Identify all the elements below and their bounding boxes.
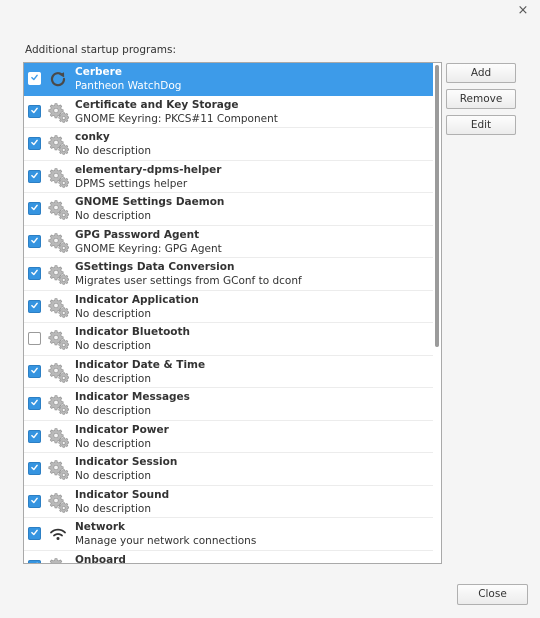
program-name: Indicator Session: [75, 456, 178, 468]
program-description: No description: [75, 405, 151, 417]
program-name: Cerbere: [75, 66, 122, 78]
gears-icon: [46, 230, 70, 254]
program-row[interactable]: Certificate and Key Storage GNOME Keyring…: [24, 96, 433, 128]
program-description: No description: [75, 470, 151, 482]
program-row[interactable]: Network Manage your network connections: [24, 518, 433, 551]
program-name: Indicator Power: [75, 423, 169, 436]
gears-icon: [46, 262, 70, 286]
program-name: Onboard: [75, 553, 126, 564]
program-row[interactable]: GPG Password Agent GNOME Keyring: GPG Age…: [24, 226, 433, 258]
enable-checkbox[interactable]: [28, 169, 41, 183]
program-rows: Cerbere Pantheon WatchDog Certificate and …: [24, 63, 433, 564]
startup-programs-list[interactable]: Cerbere Pantheon WatchDog Certificate and …: [23, 62, 442, 564]
program-description: No description: [75, 340, 151, 352]
program-row[interactable]: Indicator Date & Time No description: [24, 356, 433, 388]
enable-checkbox[interactable]: [28, 72, 41, 85]
program-name: Indicator Sound: [75, 488, 170, 501]
program-description: GNOME Keyring: PKCS#11 Component: [75, 112, 278, 125]
program-description: Migrates user settings from GConf to dco…: [75, 275, 302, 287]
program-name: conky: [75, 131, 110, 143]
enable-checkbox[interactable]: [28, 397, 41, 410]
program-description: No description: [75, 372, 151, 385]
program-description: GNOME Keyring: GPG Agent: [75, 242, 222, 255]
refresh-icon: [46, 67, 70, 91]
window-close-icon[interactable]: ×: [514, 2, 532, 20]
program-row[interactable]: elementary-dpms-helper DPMS settings help…: [24, 161, 433, 193]
program-row[interactable]: GNOME Settings Daemon No description: [24, 193, 433, 226]
program-name: Network: [75, 521, 126, 533]
program-name: Indicator Messages: [75, 391, 190, 403]
gears-icon: [46, 327, 70, 351]
enable-checkbox[interactable]: [28, 234, 41, 248]
program-row[interactable]: Indicator Sound No description: [24, 486, 433, 518]
program-row[interactable]: conky No description: [24, 128, 433, 161]
add-button[interactable]: Add: [446, 63, 516, 83]
enable-checkbox[interactable]: [28, 429, 41, 443]
program-row[interactable]: Indicator Bluetooth No description: [24, 323, 433, 356]
program-description: Pantheon WatchDog: [75, 80, 182, 92]
gears-icon: [46, 457, 70, 481]
enable-checkbox[interactable]: [28, 267, 41, 280]
gears-icon: [46, 197, 70, 221]
enable-checkbox[interactable]: [28, 527, 41, 540]
program-row[interactable]: GSettings Data Conversion Migrates user s…: [24, 258, 433, 291]
enable-checkbox[interactable]: [28, 559, 41, 563]
program-name: GSettings Data Conversion: [75, 261, 235, 273]
program-name: Indicator Application: [75, 293, 199, 306]
program-name: elementary-dpms-helper: [75, 163, 222, 176]
enable-checkbox[interactable]: [28, 332, 41, 345]
gears-icon: [46, 425, 70, 449]
list-scrollbar[interactable]: [435, 65, 439, 347]
remove-button[interactable]: Remove: [446, 89, 516, 109]
gears-icon: [46, 392, 70, 416]
program-row[interactable]: Indicator Power No description: [24, 421, 433, 453]
program-row[interactable]: Cerbere Pantheon WatchDog: [24, 63, 433, 96]
gears-icon: [46, 295, 70, 319]
enable-checkbox[interactable]: [28, 299, 41, 313]
program-row[interactable]: Indicator Application No description: [24, 291, 433, 323]
close-button[interactable]: Close: [457, 584, 528, 605]
gears-icon: [46, 100, 70, 124]
gears-icon: [46, 165, 70, 189]
edit-button[interactable]: Edit: [446, 115, 516, 135]
program-name: Certificate and Key Storage: [75, 98, 239, 111]
program-row[interactable]: Indicator Messages No description: [24, 388, 433, 421]
program-description: No description: [75, 210, 151, 222]
enable-checkbox[interactable]: [28, 104, 41, 118]
enable-checkbox[interactable]: [28, 202, 41, 215]
enable-checkbox[interactable]: [28, 137, 41, 150]
enable-checkbox[interactable]: [28, 462, 41, 475]
program-description: No description: [75, 145, 151, 157]
program-name: GNOME Settings Daemon: [75, 196, 225, 208]
program-description: No description: [75, 307, 151, 320]
section-label: Additional startup programs:: [25, 44, 176, 56]
wifi-icon: [46, 522, 70, 546]
program-name: Indicator Bluetooth: [75, 326, 191, 338]
gears-icon: [46, 132, 70, 156]
enable-checkbox[interactable]: [28, 494, 41, 508]
program-name: Indicator Date & Time: [75, 358, 206, 371]
program-name: GPG Password Agent: [75, 228, 200, 241]
program-description: Manage your network connections: [75, 535, 257, 547]
gears-icon: [46, 490, 70, 514]
gears-icon: [46, 555, 70, 563]
program-description: DPMS settings helper: [75, 177, 188, 190]
program-row[interactable]: Onboard: [24, 551, 433, 564]
program-description: No description: [75, 502, 151, 515]
program-row[interactable]: Indicator Session No description: [24, 453, 433, 486]
enable-checkbox[interactable]: [28, 364, 41, 378]
gears-icon: [46, 360, 70, 384]
program-description: No description: [75, 437, 151, 450]
